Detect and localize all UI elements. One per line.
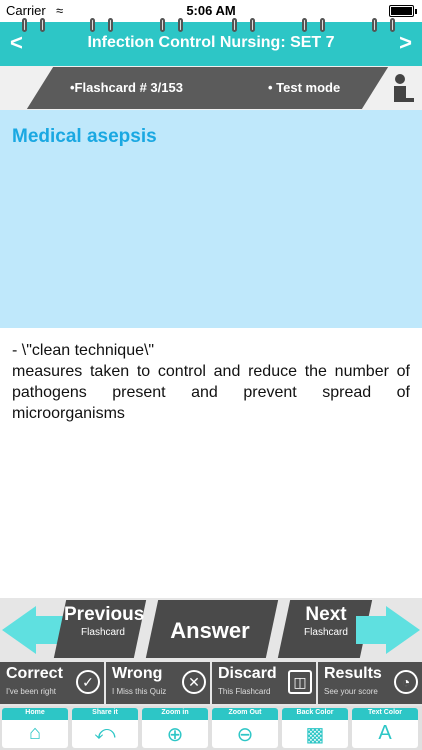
close-icon: ✕ [182,670,206,694]
binder-rings [0,18,422,34]
text-color-icon: A [378,722,392,744]
text-color-button[interactable]: Text Color A [352,708,418,748]
trash-icon: ◫ [288,670,312,694]
forward-button[interactable]: > [399,30,412,56]
battery-icon [389,5,417,17]
zoom-out-button[interactable]: Zoom Out ⊖ [212,708,278,748]
text-color-label: Text Color [367,709,403,716]
zoom-in-button[interactable]: Zoom in ⊕ [142,708,208,748]
answer-line-2: measures taken to control and reduce the… [12,363,410,422]
next-sub: Flashcard [304,627,348,638]
results-label: Results [324,665,382,682]
question-panel: Medical asepsis [0,110,422,328]
reader-icon[interactable] [388,72,416,106]
left-arrow-icon[interactable] [2,606,36,654]
action-row: Correct I've been right ✓ Wrong I Miss t… [0,660,422,706]
back-button[interactable]: < [10,30,23,56]
bottom-toolbar: Home ⌂ Share it ⤺ Zoom in ⊕ Zoom Out ⊖ B… [0,706,422,750]
wrong-sub: I Miss this Quiz [112,687,167,696]
discard-button[interactable]: Discard This Flashcard ◫ [212,662,316,704]
clock: 5:06 AM [186,3,236,18]
correct-sub: I've been right [6,687,57,696]
wrong-label: Wrong [112,665,163,682]
back-color-label: Back Color [296,709,334,716]
discard-sub: This Flashcard [218,687,271,696]
share-label: Share it [92,709,118,716]
answer-label: Answer [170,618,250,643]
answer-panel: - \"clean technique\" measures taken to … [12,340,410,424]
check-icon: ✓ [76,670,100,694]
home-button[interactable]: Home ⌂ [2,708,68,748]
discard-label: Discard [218,665,277,682]
next-label: Next [305,604,347,625]
flashcard-counter: •Flashcard # 3/153 [70,80,183,95]
paint-bucket-icon: ▩ [305,724,325,746]
answer-line-1: - \"clean technique\" [12,342,155,359]
mode-label: • Test mode [268,80,341,95]
zoom-in-icon: ⊕ [166,724,184,746]
share-button[interactable]: Share it ⤺ [72,708,138,748]
title-bar: < Infection Control Nursing: SET 7 > [0,18,422,66]
home-icon: ⌂ [28,722,42,744]
back-color-button[interactable]: Back Color ▩ [282,708,348,748]
zoom-in-label: Zoom in [161,709,189,716]
wrong-button[interactable]: Wrong I Miss this Quiz ✕ [106,662,210,704]
correct-button[interactable]: Correct I've been right ✓ [0,662,104,704]
page-title: Infection Control Nursing: SET 7 [87,34,335,51]
right-arrow-tail[interactable] [356,616,388,644]
results-button[interactable]: Results See your score ◔ [318,662,422,704]
card-controls: Previous Flashcard Answer Next Flashcard [0,598,422,660]
home-label: Home [25,709,45,716]
zoom-out-label: Zoom Out [228,709,262,716]
pie-chart-icon: ◔ [394,670,418,694]
zoom-out-icon: ⊖ [236,724,254,746]
previous-sub: Flashcard [81,627,125,638]
results-sub: See your score [324,687,378,696]
previous-label: Previous [64,604,145,625]
card-info-bar: •Flashcard # 3/153 • Test mode [0,66,422,110]
right-arrow-icon[interactable] [386,606,420,654]
correct-label: Correct [6,665,63,682]
share-icon: ⤺ [94,722,116,744]
question-text: Medical asepsis [12,126,157,147]
